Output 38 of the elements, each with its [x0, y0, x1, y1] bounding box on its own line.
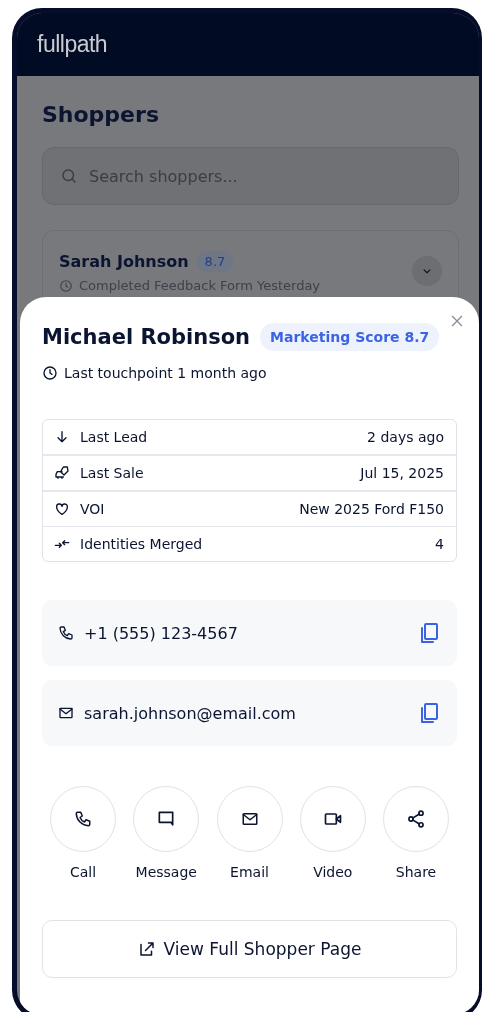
mail-icon: [240, 810, 259, 828]
marketing-score-badge: Marketing Score 8.7: [260, 323, 440, 351]
chat-bubble-icon: [156, 809, 177, 829]
detail-label: Identities Merged: [80, 536, 204, 552]
touchpoint-text: Last touchpoint 1 month ago: [64, 365, 267, 381]
detail-label: VOI: [80, 501, 106, 517]
phone-icon: [58, 625, 74, 641]
action-label: Email: [230, 864, 269, 880]
action-label: Message: [135, 864, 197, 880]
detail-value: 4: [435, 536, 444, 552]
close-button[interactable]: [449, 313, 465, 329]
clock-icon: [42, 365, 58, 381]
phone-icon: [74, 810, 92, 828]
arrow-down-icon: [54, 429, 70, 445]
contact-value: sarah.johnson@email.com: [84, 703, 297, 723]
share-icon: [406, 809, 426, 829]
shopper-name: Sarah Johnson: [59, 252, 189, 271]
clock-icon: [59, 278, 73, 293]
detail-value: Jul 15, 2025: [360, 465, 444, 481]
search-icon: [60, 167, 78, 185]
mail-icon: [58, 705, 74, 721]
external-link-icon: [137, 940, 156, 958]
activity-text: Completed Feedback Form Yesterday: [79, 278, 321, 293]
close-icon: [449, 313, 465, 329]
detail-value: New 2025 Ford F150: [299, 501, 444, 517]
detail-value: 2 days ago: [367, 429, 444, 445]
detail-label: Last Sale: [80, 465, 145, 481]
page-title: Shoppers: [42, 102, 160, 127]
score-badge: 8.7: [196, 251, 234, 272]
detail-label: Last Lead: [80, 429, 149, 445]
view-full-page-button[interactable]: View Full Shopper Page: [42, 920, 457, 978]
heart-icon: [54, 501, 70, 517]
contact-value: +1 (555) 123-4567: [84, 623, 239, 643]
logo: fullpath: [37, 31, 108, 58]
action-label: Video: [313, 864, 353, 880]
action-label: Call: [69, 864, 97, 880]
action-label: Share: [395, 864, 437, 880]
shopper-name: Michael Robinson: [42, 325, 251, 349]
